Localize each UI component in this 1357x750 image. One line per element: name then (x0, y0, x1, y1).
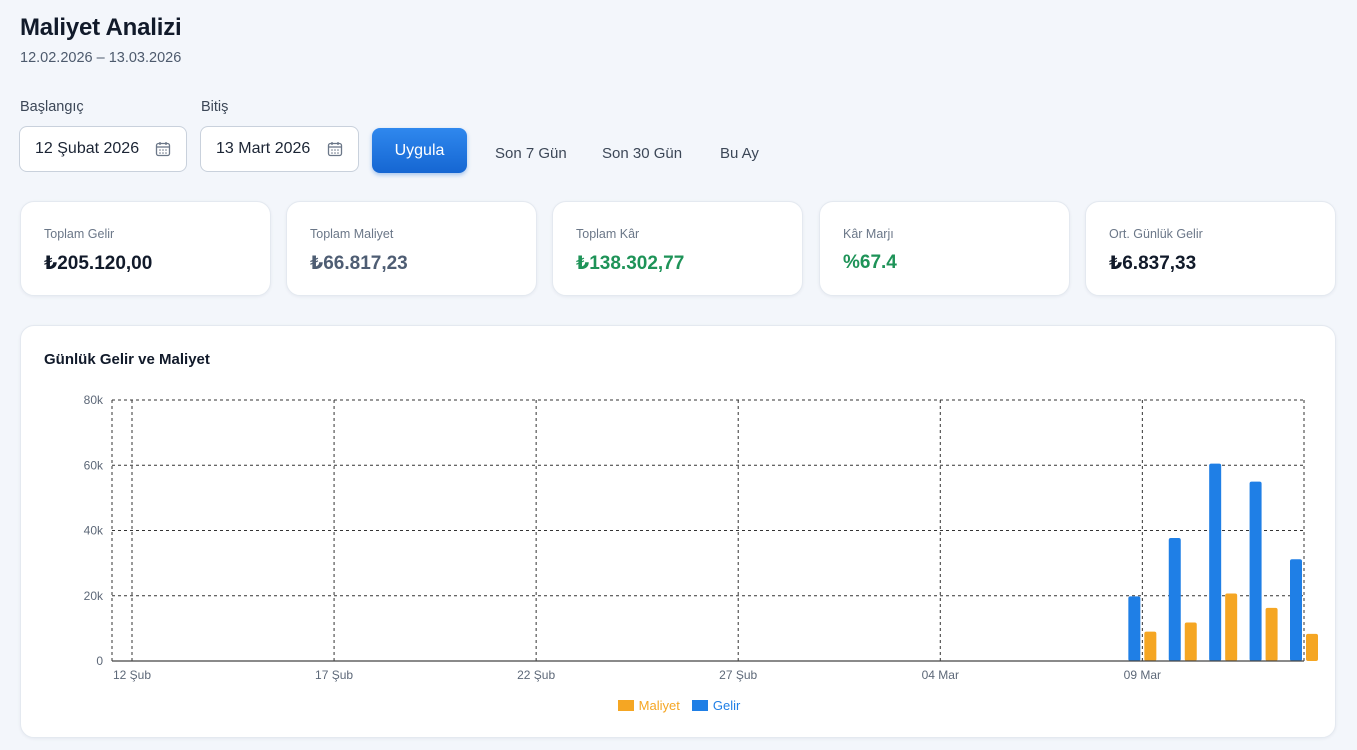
bar-cost (1225, 593, 1238, 661)
kpi-card-total-profit: Toplam Kâr ₺138.302,77 (552, 201, 803, 296)
calendar-icon[interactable] (326, 140, 344, 158)
start-date-input[interactable]: 12 Şubat 2026 (19, 126, 187, 172)
chart-legend: Maliyet Gelir (21, 698, 1337, 713)
y-tick-label: 20k (84, 589, 104, 603)
y-tick-label: 0 (96, 654, 103, 668)
kpi-label: Toplam Gelir (44, 227, 115, 241)
kpi-value: ₺6.837,33 (1109, 253, 1197, 274)
chart-title: Günlük Gelir ve Maliyet (44, 351, 210, 368)
kpi-card-total-cost: Toplam Maliyet ₺66.817,23 (286, 201, 537, 296)
chart-card: 0 20k 40k 60k 80k 12 Şub 17 Şub 22 Şub 27 Şub 04 … (20, 325, 1336, 738)
bar-revenue (1209, 463, 1222, 661)
x-tick-label: 12 Şub (113, 668, 151, 682)
kpi-label: Toplam Maliyet (310, 227, 394, 241)
x-tick-label: 22 Şub (517, 668, 555, 682)
y-tick-label: 60k (84, 458, 104, 472)
bar-cost (1184, 622, 1197, 661)
date-range-text: 12.02.2026 – 13.03.2026 (20, 50, 182, 66)
kpi-label: Toplam Kâr (576, 227, 640, 241)
bar-revenue (1128, 596, 1141, 661)
kpi-value: ₺205.120,00 (44, 253, 153, 274)
kpi-card-profit-margin: Kâr Marjı %67.4 (819, 201, 1070, 296)
x-tick-label: 04 Mar (922, 668, 959, 682)
end-date-input[interactable]: 13 Mart 2026 (200, 126, 359, 172)
apply-button[interactable]: Uygula (372, 128, 467, 173)
x-tick-label: 17 Şub (315, 668, 353, 682)
kpi-value: ₺66.817,23 (310, 253, 408, 274)
end-date-value: 13 Mart 2026 (216, 140, 311, 157)
bar-cost (1306, 633, 1318, 661)
bar-revenue (1168, 538, 1181, 661)
y-tick-label: 40k (84, 524, 104, 538)
quick-range-last-30-days[interactable]: Son 30 Gün (602, 145, 682, 162)
bar-revenue (1290, 559, 1302, 661)
start-date-value: 12 Şubat 2026 (35, 140, 140, 157)
page: Maliyet Analizi 12.02.2026 – 13.03.2026 … (0, 0, 1357, 750)
kpi-label: Kâr Marjı (843, 227, 894, 241)
calendar-icon[interactable] (154, 140, 172, 158)
start-date-label: Başlangıç (20, 99, 84, 115)
bar-cost (1265, 607, 1278, 661)
y-tick-label: 80k (84, 393, 104, 407)
kpi-card-total-revenue: Toplam Gelir ₺205.120,00 (20, 201, 271, 296)
legend-swatch-revenue (691, 700, 708, 711)
legend-item-revenue[interactable]: Gelir (691, 698, 741, 713)
kpi-card-avg-daily-revenue: Ort. Günlük Gelir ₺6.837,33 (1085, 201, 1336, 296)
legend-item-cost[interactable]: Maliyet (617, 698, 680, 713)
x-tick-label: 09 Mar (1124, 668, 1161, 682)
legend-label-revenue: Gelir (712, 698, 741, 713)
quick-range-this-month[interactable]: Bu Ay (720, 145, 759, 162)
bar-revenue (1249, 481, 1262, 661)
kpi-value: ₺138.302,77 (576, 253, 685, 274)
legend-swatch-cost (617, 700, 634, 711)
page-title: Maliyet Analizi (20, 14, 182, 41)
daily-revenue-cost-chart: 0 20k 40k 60k 80k 12 Şub 17 Şub 22 Şub 27 Şub 04 … (84, 393, 1318, 682)
bar-cost (1144, 631, 1157, 661)
kpi-value: %67.4 (843, 252, 897, 273)
kpi-label: Ort. Günlük Gelir (1109, 227, 1203, 241)
legend-label-cost: Maliyet (638, 698, 680, 713)
quick-range-last-7-days[interactable]: Son 7 Gün (495, 145, 567, 162)
end-date-label: Bitiş (201, 99, 229, 115)
x-tick-label: 27 Şub (719, 668, 757, 682)
